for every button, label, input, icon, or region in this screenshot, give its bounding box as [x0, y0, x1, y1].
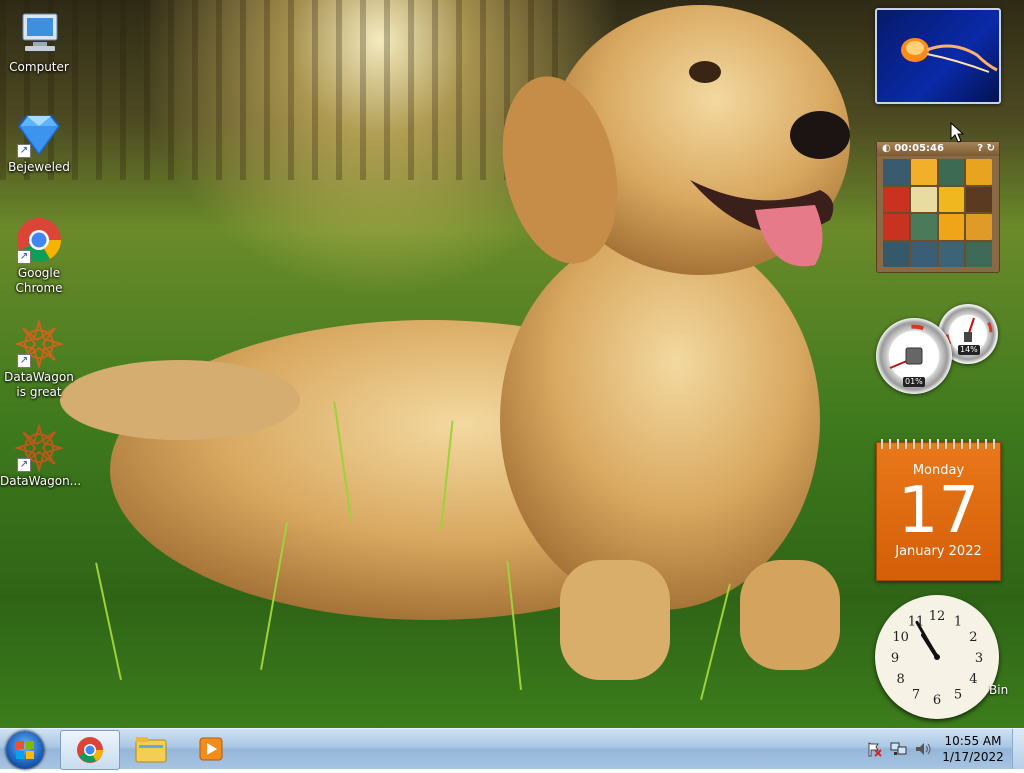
taskbar: 10:55 AM 1/17/2022 — [0, 728, 1024, 770]
slideshow-gadget[interactable] — [875, 8, 1001, 104]
computer-icon — [15, 10, 63, 58]
desktop-icon-bejeweled[interactable]: ↗ Bejeweled — [0, 110, 78, 175]
puzzle-timer: 00:05:46 — [894, 143, 944, 154]
recycle-bin-label[interactable]: Bin — [989, 683, 1008, 697]
mouse-cursor-icon — [950, 122, 964, 143]
taskbar-chrome-button[interactable] — [60, 730, 120, 770]
jellyfish-photo — [901, 38, 998, 73]
clock-numeral: 12 — [929, 609, 946, 624]
datawagon-icon: ↗ — [13, 318, 65, 370]
puzzle-help-icon[interactable]: ? — [977, 142, 983, 156]
clock-center-pin — [934, 654, 940, 660]
puzzle-tile[interactable] — [938, 186, 965, 212]
puzzle-tile[interactable] — [883, 214, 909, 240]
show-desktop-button[interactable] — [1012, 729, 1024, 769]
media-player-icon — [199, 737, 223, 761]
desktop-icon-label: Bejeweled — [8, 160, 70, 174]
taskbar-explorer-button[interactable] — [122, 730, 180, 768]
picture-puzzle-gadget[interactable]: ◐ 00:05:46 ? ↻ — [876, 141, 1000, 273]
clock-numeral: 9 — [891, 651, 899, 666]
shortcut-arrow-icon: ↗ — [17, 458, 31, 472]
puzzle-tile[interactable] — [966, 214, 992, 240]
puzzle-tile[interactable] — [910, 159, 937, 185]
puzzle-tile[interactable] — [910, 186, 937, 212]
diamond-icon: ↗ — [15, 110, 63, 158]
start-button[interactable] — [6, 731, 44, 769]
clock-numeral: 1 — [954, 615, 962, 630]
clock-numeral: 4 — [969, 672, 977, 687]
desktop-icon-chrome[interactable]: ↗ Google Chrome — [0, 216, 78, 296]
puzzle-menu-icon[interactable]: ◐ — [882, 143, 891, 154]
desktop-icon-label: Google Chrome — [15, 266, 63, 295]
action-center-flag-icon[interactable] — [866, 741, 882, 757]
puzzle-reset-icon[interactable]: ↻ — [987, 142, 995, 156]
clock-numeral: 6 — [933, 693, 941, 708]
chrome-icon: ↗ — [15, 216, 63, 264]
taskbar-time: 10:55 AM — [944, 734, 1002, 748]
desktop-icon-datawagon[interactable]: ↗ DataWagon is great — [0, 318, 78, 400]
shortcut-arrow-icon: ↗ — [17, 144, 31, 158]
clock-gadget[interactable]: 12 1 2 3 4 5 6 7 8 9 10 11 — [875, 595, 999, 719]
taskbar-date: 1/17/2022 — [942, 750, 1004, 764]
puzzle-tile[interactable] — [883, 186, 909, 212]
volume-icon[interactable] — [914, 741, 932, 757]
clock-numeral: 8 — [896, 672, 904, 687]
clock-numeral: 3 — [975, 651, 983, 666]
puzzle-tile[interactable] — [966, 159, 992, 185]
clock-minute-hand — [915, 620, 939, 659]
puzzle-tile[interactable] — [938, 159, 965, 185]
desktop-icon-label: Computer — [9, 60, 69, 74]
desktop-icon-datawagon-2[interactable]: ↗ DataWagon... — [0, 422, 82, 489]
puzzle-tile[interactable] — [910, 214, 937, 240]
taskbar-clock[interactable]: 10:55 AM 1/17/2022 — [938, 733, 1008, 765]
desktop-icon-computer[interactable]: Computer — [0, 10, 78, 75]
desktop-icon-label: DataWagon is great — [4, 370, 74, 399]
puzzle-tile[interactable] — [938, 214, 965, 240]
folder-icon — [135, 737, 167, 763]
puzzle-grid[interactable] — [883, 159, 992, 267]
taskbar-media-player-button[interactable] — [182, 730, 240, 768]
clock-face: 12 1234567891011 — [891, 609, 983, 708]
clock-numeral: 7 — [912, 687, 920, 702]
desktop-wallpaper — [0, 0, 1024, 728]
calendar-gadget[interactable]: Monday 17 January 2022 — [876, 439, 1001, 581]
puzzle-tile[interactable] — [966, 186, 992, 212]
calendar-rings — [881, 439, 995, 449]
puzzle-title-bar: ◐ 00:05:46 ? ↻ — [877, 142, 999, 156]
cpu-percent: 01% — [903, 377, 925, 387]
cpu-meter[interactable]: 01% — [876, 318, 952, 394]
shortcut-arrow-icon: ↗ — [17, 354, 31, 368]
network-icon[interactable] — [890, 741, 908, 757]
puzzle-tile[interactable] — [938, 241, 965, 267]
desktop-icon-label: DataWagon... — [0, 474, 82, 488]
clock-numeral: 5 — [954, 687, 962, 702]
puzzle-tile[interactable] — [910, 241, 937, 267]
shortcut-arrow-icon: ↗ — [17, 250, 31, 264]
windows-logo-icon — [16, 741, 34, 759]
puzzle-tile[interactable] — [966, 241, 992, 267]
puzzle-tile[interactable] — [883, 159, 909, 185]
chrome-icon — [77, 737, 103, 763]
datawagon-icon: ↗ — [13, 422, 65, 474]
clock-numeral: 10 — [892, 630, 909, 645]
puzzle-tile[interactable] — [883, 241, 909, 267]
calendar-month-year: January 2022 — [895, 544, 982, 559]
clock-numeral: 2 — [969, 630, 977, 645]
memory-percent: 14% — [958, 345, 980, 355]
calendar-day: 17 — [897, 474, 980, 548]
